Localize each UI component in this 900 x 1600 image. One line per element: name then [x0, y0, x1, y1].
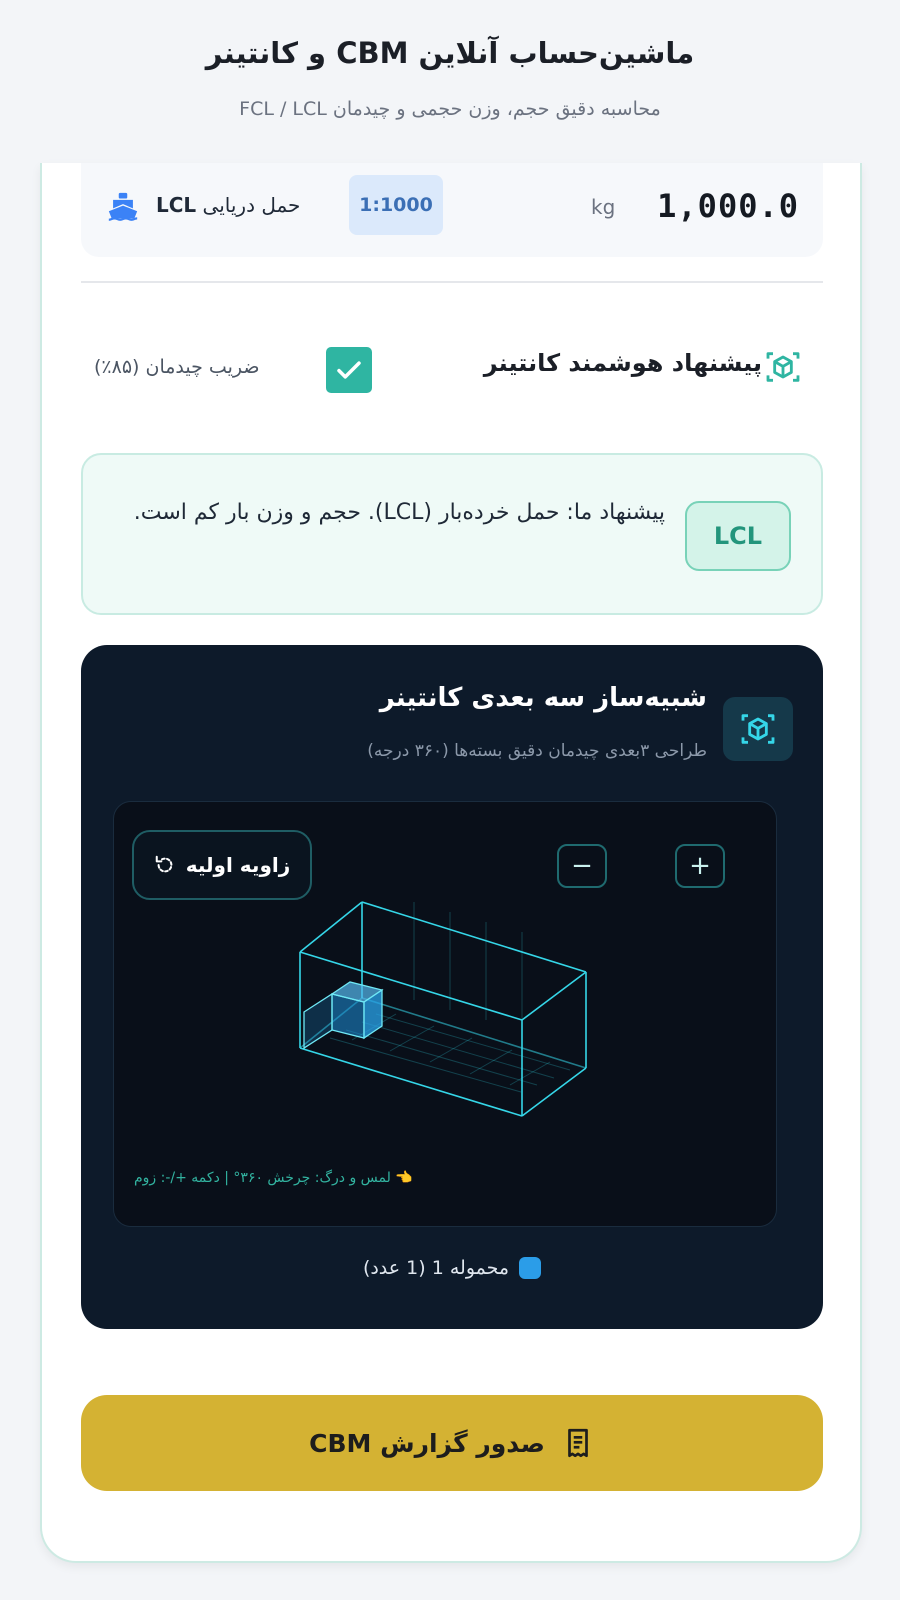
- interaction-hint: 👈 لمس و درگ: چرخش ۳۶۰° | دکمه +/-: زوم: [134, 1170, 413, 1186]
- zoom-in-button[interactable]: +: [675, 844, 725, 888]
- cargo-legend: محموله 1 (1 عدد): [81, 1257, 823, 1279]
- suggestion-tag: LCL: [685, 501, 791, 571]
- simulator-subtitle: طراحی ۳بعدی چیدمان دقیق بسته‌ها (۳۶۰ درج…: [367, 741, 707, 761]
- smart-suggestion-title: پیشنهاد هوشمند کانتینر: [483, 349, 762, 377]
- reset-view-label: زاویه اولیه: [185, 853, 291, 877]
- legend-label: محموله 1 (1 عدد): [362, 1257, 510, 1279]
- checkmark-icon: [337, 361, 361, 379]
- cube-icon: [766, 352, 800, 382]
- suggestion-text: پیشنهاد ما: حمل خرده‌بار (LCL). حجم و وز…: [133, 500, 665, 525]
- reset-view-button[interactable]: زاویه اولیه: [132, 830, 312, 900]
- page-subtitle: محاسبه دقیق حجم، وزن حجمی و چیدمان FCL /…: [239, 98, 661, 120]
- cargo-box: [303, 981, 384, 1050]
- shipping-mode-label: حمل دریایی LCL: [156, 193, 300, 217]
- zoom-out-button[interactable]: −: [557, 844, 607, 888]
- 3d-viewport[interactable]: زاویه اولیه − + 👈 لمس و درگ: چرخش ۳۶۰° |…: [113, 801, 777, 1227]
- legend-swatch: [519, 1257, 542, 1279]
- simulator-title: شبیه‌ساز سه بعدی کانتینر: [379, 683, 707, 713]
- packing-factor-checkbox[interactable]: [326, 347, 372, 393]
- page-header: ماشین‌حساب آنلاین CBM و کانتینر محاسبه د…: [0, 0, 900, 165]
- divider: [81, 281, 823, 283]
- generate-report-label: صدور گزارش CBM: [309, 1428, 545, 1458]
- rotate-icon: [155, 855, 173, 873]
- ship-icon: [108, 192, 138, 221]
- suggestion-box: LCL پیشنهاد ما: حمل خرده‌بار (LCL). حجم …: [81, 453, 823, 615]
- simulator-icon-box: [723, 697, 793, 761]
- receipt-icon: [568, 1428, 588, 1458]
- container-simulator-panel: شبیه‌ساز سه بعدی کانتینر طراحی ۳بعدی چید…: [81, 645, 823, 1329]
- page-title: ماشین‌حساب آنلاین CBM و کانتینر: [205, 36, 695, 70]
- volumetric-ratio-badge: 1:1000: [349, 175, 443, 235]
- shipping-mode-prefix: حمل دریایی: [202, 193, 301, 217]
- weight-value: 1,000.0: [657, 187, 799, 225]
- generate-report-button[interactable]: صدور گزارش CBM: [81, 1395, 823, 1491]
- calculator-card: 1,000.0 kg 1:1000 حمل دریایی LCL پیشنهاد…: [40, 163, 862, 1563]
- cube-icon: [741, 714, 775, 744]
- weight-summary-row: 1,000.0 kg 1:1000 حمل دریایی LCL: [81, 163, 823, 257]
- packing-factor-label: ضریب چیدمان (۸۵٪): [94, 356, 260, 378]
- shipping-mode-code: LCL: [156, 193, 197, 217]
- weight-unit: kg: [591, 195, 616, 219]
